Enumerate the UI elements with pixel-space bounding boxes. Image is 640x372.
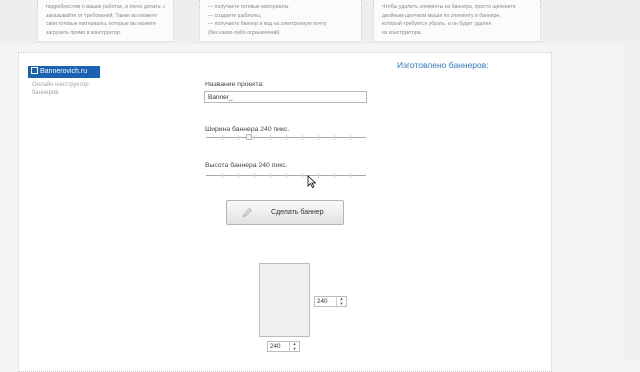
project-name-label: Название проекта: bbox=[205, 81, 265, 88]
slider-tick bbox=[286, 135, 287, 140]
slider-tick bbox=[286, 173, 287, 178]
width-slider-thumb[interactable] bbox=[246, 134, 253, 140]
brand-logo[interactable]: Bannerovich.ru bbox=[28, 66, 100, 78]
arrow-down-icon[interactable]: ▼ bbox=[290, 346, 299, 352]
slider-tick bbox=[270, 135, 271, 140]
info-line: свои готовые материалы, которые вы может… bbox=[46, 21, 156, 28]
info-line: (без каких-либо ограничений). bbox=[208, 29, 281, 36]
slider-tick bbox=[222, 173, 223, 178]
info-line: заказывайте от требований. Также вы може… bbox=[46, 12, 157, 19]
brand-tagline: Онлайн конструктор баннеров bbox=[32, 82, 89, 96]
height-spinner-value: 240 bbox=[317, 298, 328, 305]
slider-tick bbox=[350, 135, 351, 140]
banner-preview bbox=[259, 263, 310, 337]
width-spinner-value: 240 bbox=[270, 343, 281, 350]
banners-made-title: Изготовлено баннеров: bbox=[397, 60, 489, 70]
height-label: Высота баннера 240 пикс. bbox=[205, 162, 288, 169]
info-line: — получаете готовые материалы, bbox=[208, 4, 290, 10]
slider-tick bbox=[254, 135, 255, 140]
slider-tick bbox=[254, 173, 255, 178]
info-line: из конструктора. bbox=[382, 29, 422, 36]
page-scroll-area[interactable] bbox=[624, 44, 640, 360]
info-card-remove: Чтобы удалить элементы из баннера, прост… bbox=[373, 0, 541, 42]
info-card-features: — получаете готовые материалы, — создает… bbox=[199, 0, 362, 42]
slider-tick bbox=[238, 135, 239, 140]
info-line: загрузить прямо в конструктор. bbox=[46, 29, 122, 36]
slider-tick bbox=[334, 135, 335, 140]
slider-tick bbox=[222, 135, 223, 140]
info-line: Чтобы удалить элементы из баннера, прост… bbox=[382, 4, 516, 10]
make-banner-label: Сделать баннер bbox=[271, 209, 324, 216]
width-slider[interactable] bbox=[206, 133, 366, 142]
slider-tick bbox=[270, 173, 271, 178]
spinner-buttons: ▲ ▼ bbox=[289, 341, 299, 352]
info-line: — получаете баннер и код на электронную … bbox=[208, 21, 327, 28]
make-banner-button[interactable]: Сделать баннер bbox=[226, 200, 344, 225]
slider-tick bbox=[238, 173, 239, 178]
project-name-input[interactable] bbox=[204, 91, 367, 103]
info-line: подробностям о ваших работах, и легко де… bbox=[46, 4, 165, 10]
preview-width-spinner[interactable]: 240 ▲ ▼ bbox=[267, 341, 300, 352]
info-card-upload: подробностям о ваших работах, и легко де… bbox=[37, 0, 174, 42]
spinner-buttons: ▲ ▼ bbox=[336, 296, 346, 307]
slider-tick bbox=[334, 173, 335, 178]
slider-tick bbox=[318, 135, 319, 140]
width-label: Ширина баннера 240 пикс. bbox=[205, 126, 290, 133]
arrow-down-icon[interactable]: ▼ bbox=[337, 301, 346, 307]
slider-tick bbox=[302, 135, 303, 140]
slider-tick bbox=[302, 173, 303, 178]
slider-tick bbox=[350, 173, 351, 178]
pencil-icon bbox=[242, 208, 252, 218]
info-line: который требуется убрать, и он будет уда… bbox=[382, 21, 492, 28]
height-slider[interactable] bbox=[206, 171, 366, 180]
slider-tick bbox=[318, 173, 319, 178]
preview-height-spinner[interactable]: 240 ▲ ▼ bbox=[314, 296, 347, 307]
mouse-cursor-icon bbox=[307, 175, 316, 188]
logo-text: Bannerovich.ru bbox=[40, 68, 88, 75]
info-line: — создаете шаблоны, bbox=[208, 12, 262, 19]
logo-square-icon bbox=[31, 67, 38, 74]
info-line: двойным щелчком мыши по элементу в банне… bbox=[382, 12, 501, 19]
